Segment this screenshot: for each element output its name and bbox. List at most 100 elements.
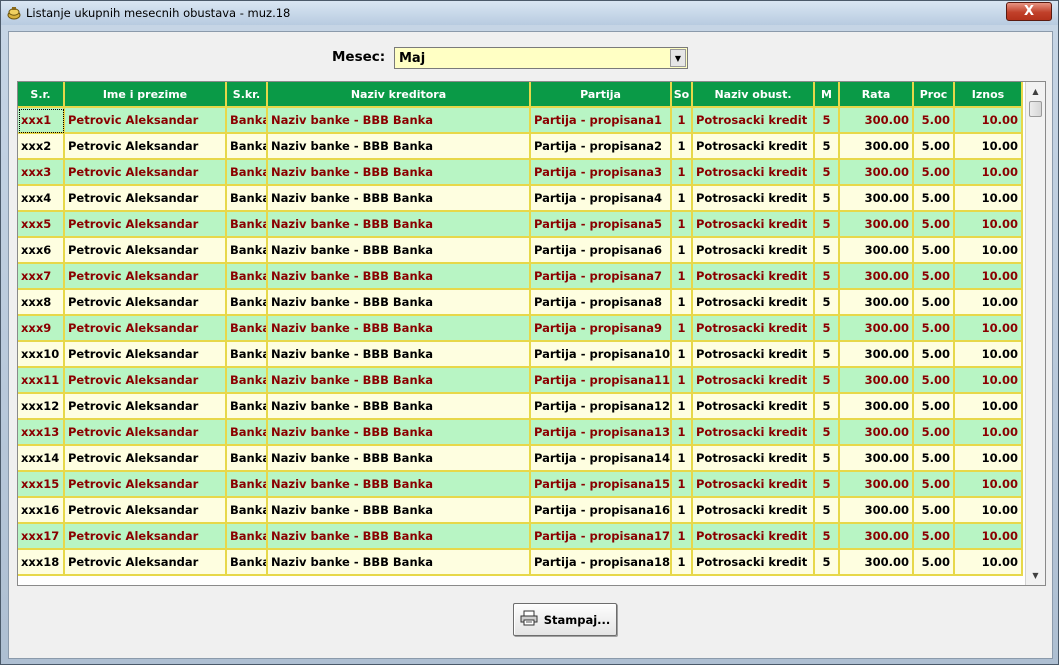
cell-rata[interactable]: 300.00	[840, 316, 914, 342]
cell-naziv-kreditora[interactable]: Naziv banke - BBB Banka	[268, 108, 531, 134]
cell-ime-prezime[interactable]: Petrovic Aleksandar	[65, 394, 227, 420]
cell-sr[interactable]: xxx15	[18, 472, 65, 498]
cell-skr[interactable]: Banka	[227, 108, 268, 134]
cell-rata[interactable]: 300.00	[840, 134, 914, 160]
cell-m[interactable]: 5	[815, 316, 840, 342]
cell-m[interactable]: 5	[815, 472, 840, 498]
cell-partija[interactable]: Partija - propisana1	[531, 108, 672, 134]
table-row[interactable]: xxx1 Petrovic Aleksandar Banka Naziv banke …	[18, 108, 1023, 134]
cell-sr[interactable]: xxx18	[18, 550, 65, 576]
cell-proc[interactable]: 5.00	[914, 342, 955, 368]
cell-ime-prezime[interactable]: Petrovic Aleksandar	[65, 134, 227, 160]
cell-iznos[interactable]: 10.00	[955, 238, 1023, 264]
cell-so[interactable]: 1	[672, 186, 693, 212]
table-row[interactable]: xxx2 Petrovic Aleksandar Banka Naziv banke …	[18, 134, 1023, 160]
cell-m[interactable]: 5	[815, 212, 840, 238]
cell-skr[interactable]: Banka	[227, 420, 268, 446]
cell-iznos[interactable]: 10.00	[955, 524, 1023, 550]
cell-naziv-obust[interactable]: Potrosacki kredit	[693, 160, 815, 186]
cell-rata[interactable]: 300.00	[840, 160, 914, 186]
cell-proc[interactable]: 5.00	[914, 524, 955, 550]
cell-naziv-obust[interactable]: Potrosacki kredit	[693, 498, 815, 524]
cell-sr[interactable]: xxx10	[18, 342, 65, 368]
table-row[interactable]: xxx8 Petrovic Aleksandar Banka Naziv banke …	[18, 290, 1023, 316]
cell-m[interactable]: 5	[815, 420, 840, 446]
cell-naziv-obust[interactable]: Potrosacki kredit	[693, 238, 815, 264]
cell-so[interactable]: 1	[672, 264, 693, 290]
cell-naziv-kreditora[interactable]: Naziv banke - BBB Banka	[268, 498, 531, 524]
cell-sr[interactable]: xxx5	[18, 212, 65, 238]
cell-ime-prezime[interactable]: Petrovic Aleksandar	[65, 550, 227, 576]
cell-iznos[interactable]: 10.00	[955, 212, 1023, 238]
cell-rata[interactable]: 300.00	[840, 264, 914, 290]
cell-naziv-kreditora[interactable]: Naziv banke - BBB Banka	[268, 290, 531, 316]
column-header-proc[interactable]: Proc	[914, 82, 955, 108]
cell-skr[interactable]: Banka	[227, 498, 268, 524]
cell-proc[interactable]: 5.00	[914, 368, 955, 394]
scrollbar-thumb[interactable]	[1029, 101, 1042, 117]
cell-m[interactable]: 5	[815, 524, 840, 550]
cell-naziv-obust[interactable]: Potrosacki kredit	[693, 212, 815, 238]
cell-iznos[interactable]: 10.00	[955, 394, 1023, 420]
cell-naziv-kreditora[interactable]: Naziv banke - BBB Banka	[268, 264, 531, 290]
cell-iznos[interactable]: 10.00	[955, 472, 1023, 498]
column-header-so[interactable]: So	[672, 82, 693, 108]
cell-naziv-obust[interactable]: Potrosacki kredit	[693, 550, 815, 576]
cell-ime-prezime[interactable]: Petrovic Aleksandar	[65, 186, 227, 212]
scroll-down-icon[interactable]: ▼	[1028, 568, 1043, 583]
cell-ime-prezime[interactable]: Petrovic Aleksandar	[65, 238, 227, 264]
table-row[interactable]: xxx13 Petrovic Aleksandar Banka Naziv banke…	[18, 420, 1023, 446]
cell-partija[interactable]: Partija - propisana16	[531, 498, 672, 524]
cell-rata[interactable]: 300.00	[840, 420, 914, 446]
table-row[interactable]: xxx4 Petrovic Aleksandar Banka Naziv banke …	[18, 186, 1023, 212]
cell-ime-prezime[interactable]: Petrovic Aleksandar	[65, 446, 227, 472]
cell-skr[interactable]: Banka	[227, 368, 268, 394]
cell-ime-prezime[interactable]: Petrovic Aleksandar	[65, 264, 227, 290]
cell-skr[interactable]: Banka	[227, 160, 268, 186]
column-header-ime-prezime[interactable]: Ime i prezime	[65, 82, 227, 108]
cell-sr[interactable]: xxx8	[18, 290, 65, 316]
cell-ime-prezime[interactable]: Petrovic Aleksandar	[65, 290, 227, 316]
cell-sr[interactable]: xxx2	[18, 134, 65, 160]
cell-proc[interactable]: 5.00	[914, 238, 955, 264]
cell-so[interactable]: 1	[672, 498, 693, 524]
cell-so[interactable]: 1	[672, 160, 693, 186]
cell-proc[interactable]: 5.00	[914, 550, 955, 576]
cell-rata[interactable]: 300.00	[840, 186, 914, 212]
cell-iznos[interactable]: 10.00	[955, 446, 1023, 472]
cell-proc[interactable]: 5.00	[914, 472, 955, 498]
cell-naziv-obust[interactable]: Potrosacki kredit	[693, 290, 815, 316]
cell-naziv-kreditora[interactable]: Naziv banke - BBB Banka	[268, 472, 531, 498]
cell-naziv-kreditora[interactable]: Naziv banke - BBB Banka	[268, 160, 531, 186]
cell-rata[interactable]: 300.00	[840, 342, 914, 368]
obustave-grid[interactable]: S.r. Ime i prezime S.kr. Naziv kreditora Par…	[17, 81, 1046, 586]
cell-ime-prezime[interactable]: Petrovic Aleksandar	[65, 212, 227, 238]
cell-partija[interactable]: Partija - propisana15	[531, 472, 672, 498]
cell-sr[interactable]: xxx3	[18, 160, 65, 186]
cell-rata[interactable]: 300.00	[840, 108, 914, 134]
cell-so[interactable]: 1	[672, 524, 693, 550]
cell-skr[interactable]: Banka	[227, 394, 268, 420]
cell-partija[interactable]: Partija - propisana6	[531, 238, 672, 264]
cell-iznos[interactable]: 10.00	[955, 420, 1023, 446]
column-header-m[interactable]: M	[815, 82, 840, 108]
cell-naziv-obust[interactable]: Potrosacki kredit	[693, 394, 815, 420]
cell-iznos[interactable]: 10.00	[955, 264, 1023, 290]
cell-skr[interactable]: Banka	[227, 290, 268, 316]
cell-naziv-kreditora[interactable]: Naziv banke - BBB Banka	[268, 212, 531, 238]
cell-partija[interactable]: Partija - propisana7	[531, 264, 672, 290]
cell-sr[interactable]: xxx7	[18, 264, 65, 290]
cell-so[interactable]: 1	[672, 420, 693, 446]
cell-rata[interactable]: 300.00	[840, 290, 914, 316]
cell-m[interactable]: 5	[815, 446, 840, 472]
cell-naziv-obust[interactable]: Potrosacki kredit	[693, 186, 815, 212]
cell-rata[interactable]: 300.00	[840, 238, 914, 264]
cell-partija[interactable]: Partija - propisana13	[531, 420, 672, 446]
cell-naziv-obust[interactable]: Potrosacki kredit	[693, 446, 815, 472]
cell-iznos[interactable]: 10.00	[955, 342, 1023, 368]
cell-sr[interactable]: xxx12	[18, 394, 65, 420]
cell-proc[interactable]: 5.00	[914, 160, 955, 186]
column-header-skr[interactable]: S.kr.	[227, 82, 268, 108]
cell-iznos[interactable]: 10.00	[955, 108, 1023, 134]
cell-skr[interactable]: Banka	[227, 316, 268, 342]
